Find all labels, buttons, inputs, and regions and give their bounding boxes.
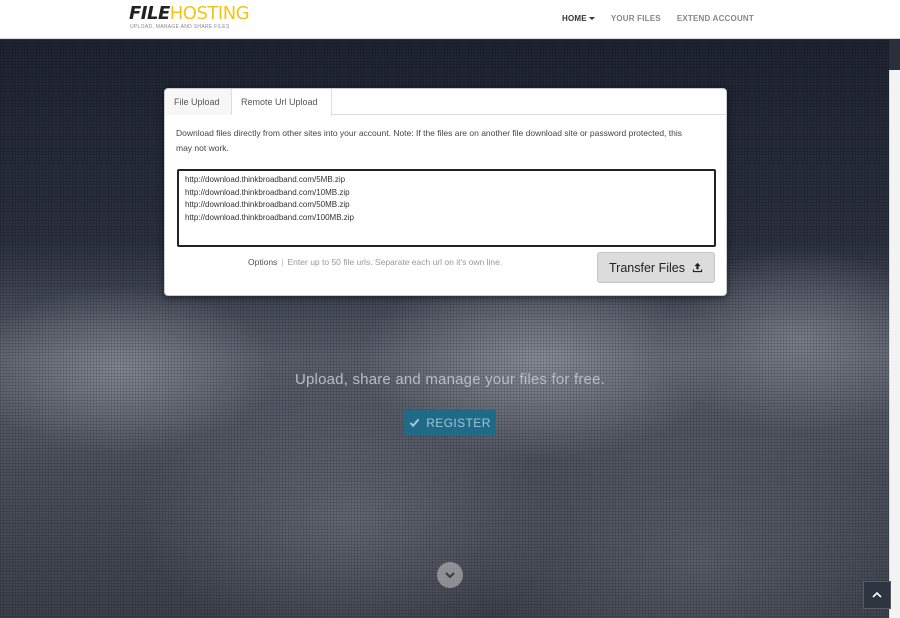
remote-upload-description: Download files directly from other sites…: [176, 128, 683, 153]
nav-links: HOME YOUR FILES EXTEND ACCOUNT: [562, 14, 754, 23]
navbar: FILEHOSTING UPLOAD, MANAGE AND SHARE FIL…: [0, 0, 900, 39]
register-label: REGISTER: [426, 415, 491, 430]
options-link[interactable]: Options: [248, 257, 277, 267]
nav-your-files[interactable]: YOUR FILES: [611, 14, 661, 23]
transfer-files-label: Transfer Files: [609, 260, 685, 275]
caret-down-icon: [588, 17, 595, 21]
logo-tagline: UPLOAD, MANAGE AND SHARE FILES: [130, 24, 230, 30]
upload-icon: [692, 262, 703, 273]
back-to-top-button[interactable]: [863, 581, 891, 609]
scroll-down-button[interactable]: [437, 562, 463, 588]
remote-urls-input[interactable]: [177, 169, 716, 247]
upload-panel: File Upload Remote Url Upload Download f…: [164, 88, 727, 296]
upload-tabs: File Upload Remote Url Upload: [165, 89, 726, 116]
nav-extend-account[interactable]: EXTEND ACCOUNT: [677, 14, 754, 23]
page-scrollbar[interactable]: [889, 70, 900, 618]
options-hint: Enter up to 50 file urls. Separate each …: [287, 257, 503, 267]
check-icon: [409, 418, 420, 428]
tab-remote-url-upload[interactable]: Remote Url Upload: [232, 89, 332, 116]
chevron-up-icon: [872, 591, 882, 598]
chevron-down-icon: [445, 572, 455, 579]
options-separator: |: [281, 257, 284, 267]
transfer-files-button[interactable]: Transfer Files: [597, 252, 715, 283]
nav-home-label: HOME: [562, 14, 587, 23]
logo[interactable]: FILEHOSTING: [129, 3, 250, 24]
tab-file-upload[interactable]: File Upload: [165, 89, 232, 115]
logo-light: HOSTING: [169, 3, 250, 24]
hero-tagline: Upload, share and manage your files for …: [294, 371, 605, 388]
nav-home[interactable]: HOME: [562, 14, 595, 23]
options-row: Options | Enter up to 50 file urls. Separa…: [248, 257, 502, 267]
register-button[interactable]: REGISTER: [404, 410, 496, 435]
logo-bold: FILE: [129, 3, 170, 24]
